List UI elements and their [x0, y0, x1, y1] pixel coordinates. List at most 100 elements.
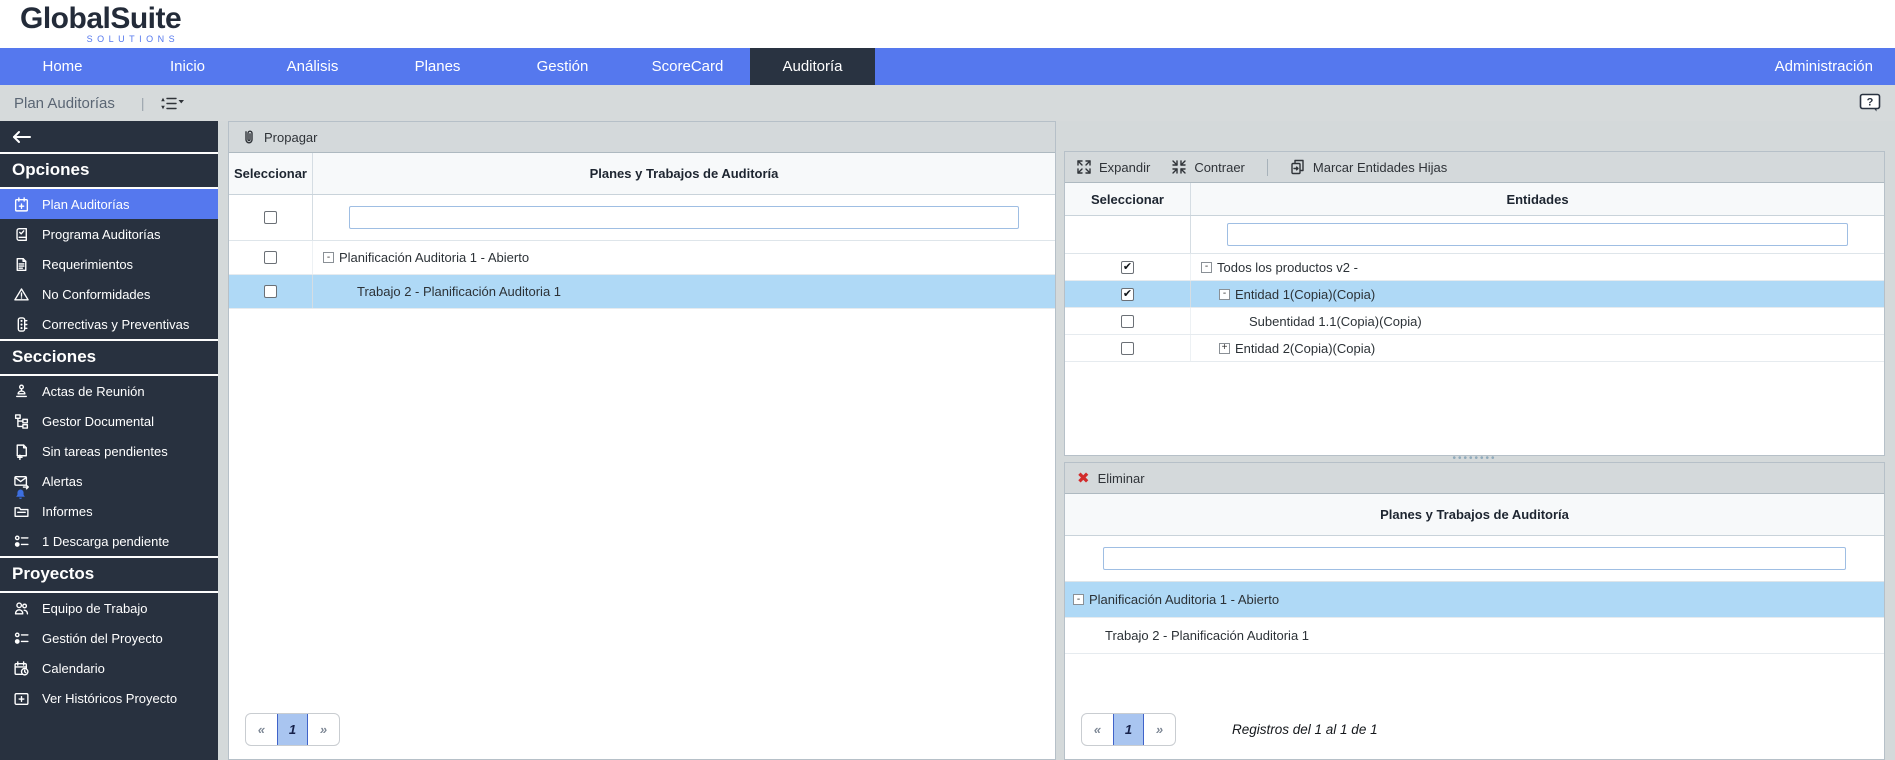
prev-page-button[interactable]: «	[246, 714, 277, 745]
row-checkbox[interactable]	[1121, 341, 1134, 355]
nav-item-home[interactable]: Home	[0, 48, 125, 85]
breadcrumb-bar: Plan Auditorías | ?	[0, 85, 1895, 121]
copy-arrow-icon	[1291, 159, 1304, 175]
sidebar-item-correctivas-preventivas[interactable]: Correctivas y Preventivas	[0, 309, 218, 339]
tree-expander-icon[interactable]: -	[1201, 261, 1212, 273]
collapse-label: Contraer	[1194, 159, 1245, 175]
sidebar-item-label: Correctivas y Preventivas	[42, 316, 190, 332]
tree-row-planificacion[interactable]: - Planificación Auditoria 1 - Abierto	[229, 241, 1055, 275]
tree-node-label: Trabajo 2 - Planificación Auditoria 1	[1105, 628, 1310, 643]
app-header: GlobalSuite SOLUTIONS	[0, 0, 1895, 48]
task-list-icon	[12, 629, 30, 647]
tree-expander-icon[interactable]: +	[1219, 342, 1230, 354]
row-checkbox[interactable]	[264, 285, 277, 298]
sidebar-item-label: Actas de Reunión	[42, 383, 145, 399]
expand-icon	[1077, 160, 1091, 174]
plans-pagination: « 1 »	[245, 713, 340, 746]
sidebar-item-plan-auditorias[interactable]: Plan Auditorías	[0, 189, 218, 219]
help-icon[interactable]: ?	[1859, 93, 1881, 113]
sidebar-item-gestor-documental[interactable]: Gestor Documental	[0, 406, 218, 436]
sidebar-item-label: Gestor Documental	[42, 413, 154, 429]
sidebar-item-calendario[interactable]: Calendario	[0, 653, 218, 683]
select-all-checkbox[interactable]	[264, 211, 277, 224]
book-check-icon	[12, 225, 30, 243]
sidebar-item-label: Sin tareas pendientes	[42, 443, 168, 459]
propagate-button[interactable]: Propagar	[241, 129, 317, 146]
sidebar-item-label: Informes	[42, 503, 93, 519]
sidebar-item-ver-historicos-proyecto[interactable]: Ver Históricos Proyecto	[0, 683, 218, 713]
delete-panel: ✖ Eliminar Planes y Trabajos de Auditorí…	[1064, 462, 1885, 760]
main-nav: Home Inicio Análisis Planes Gestión Scor…	[0, 48, 1895, 85]
sidebar-item-alertas[interactable]: Alertas	[0, 466, 218, 499]
sidebar-item-label: No Conformidades	[42, 286, 151, 302]
list-sort-menu-icon[interactable]	[159, 96, 185, 111]
sidebar-item-equipo-de-trabajo[interactable]: Equipo de Trabajo	[0, 593, 218, 623]
sidebar-item-descarga-pendiente[interactable]: 1 Descarga pendiente	[0, 526, 218, 556]
mark-child-entities-button[interactable]: Marcar Entidades Hijas	[1290, 159, 1447, 175]
delete-x-icon: ✖	[1077, 469, 1090, 487]
right-column: Expandir Contraer Marcar Entidades Hijas…	[1064, 121, 1885, 760]
brand-name: GlobalSuite	[20, 2, 182, 35]
entities-toolbar: Expandir Contraer Marcar Entidades Hijas	[1065, 152, 1884, 183]
sidebar-item-no-conformidades[interactable]: No Conformidades	[0, 279, 218, 309]
prev-page-button[interactable]: «	[1082, 714, 1113, 745]
next-page-button[interactable]: »	[1144, 714, 1175, 745]
sidebar-item-label: Alertas	[42, 473, 83, 489]
nav-item-administracion[interactable]: Administración	[1753, 48, 1895, 85]
current-page-button[interactable]: 1	[277, 714, 308, 745]
tree-row-entidad1[interactable]: - Entidad 1(Copia)(Copia)	[1065, 281, 1884, 308]
row-checkbox[interactable]	[1121, 287, 1134, 301]
tree-expander-icon[interactable]: -	[1073, 594, 1084, 605]
current-page-button[interactable]: 1	[1113, 714, 1144, 745]
row-checkbox[interactable]	[1121, 314, 1134, 328]
folder-plus-icon	[12, 689, 30, 707]
calendar-clock-icon	[12, 659, 30, 677]
tree-expander-icon[interactable]: -	[323, 252, 334, 263]
sidebar-section-secciones: Secciones	[0, 339, 218, 376]
nav-item-scorecard[interactable]: ScoreCard	[625, 48, 750, 85]
nav-item-gestion[interactable]: Gestión	[500, 48, 625, 85]
tree-node-label: Entidad 2(Copia)(Copia)	[1235, 340, 1376, 356]
sidebar-item-label: Ver Históricos Proyecto	[42, 690, 178, 706]
team-icon	[12, 599, 30, 617]
tree-row-subentidad11[interactable]: Subentidad 1.1(Copia)(Copia)	[1065, 308, 1884, 335]
column-header-planes: Planes y Trabajos de Auditoría	[1380, 507, 1569, 522]
toolbar-separator	[1266, 158, 1268, 176]
file-plus-icon	[12, 442, 30, 460]
task-list-icon	[12, 532, 30, 550]
row-checkbox[interactable]	[1121, 260, 1134, 274]
nav-item-auditoria[interactable]: Auditoría	[750, 48, 875, 85]
sidebar-item-programa-auditorias[interactable]: Programa Auditorías	[0, 219, 218, 249]
entities-filter-input[interactable]	[1227, 223, 1848, 246]
sidebar-item-informes[interactable]: Informes	[0, 496, 218, 526]
delete-filter-input[interactable]	[1103, 547, 1846, 570]
expand-all-button[interactable]: Expandir	[1077, 160, 1150, 175]
sidebar-item-actas-de-reunion[interactable]: Actas de Reunión	[0, 376, 218, 406]
document-icon	[12, 255, 30, 273]
sidebar-item-gestion-del-proyecto[interactable]: Gestión del Proyecto	[0, 623, 218, 653]
arrow-left-icon	[13, 130, 31, 143]
nav-item-analisis[interactable]: Análisis	[250, 48, 375, 85]
plans-filter-input[interactable]	[349, 206, 1019, 229]
tree-expander-icon[interactable]: -	[1219, 288, 1230, 300]
collapse-all-button[interactable]: Contraer	[1172, 160, 1245, 175]
row-checkbox[interactable]	[264, 251, 277, 264]
back-button[interactable]	[0, 121, 218, 152]
tree-node-label: Planificación Auditoria 1 - Abierto	[1089, 592, 1280, 607]
tree-row-planificacion[interactable]: - Planificación Auditoria 1 - Abierto	[1065, 582, 1884, 618]
sidebar-item-label: Requerimientos	[42, 256, 134, 272]
delete-filter-row	[1065, 536, 1884, 582]
nav-item-inicio[interactable]: Inicio	[125, 48, 250, 85]
records-count-text: Registros del 1 al 1 de 1	[1232, 722, 1378, 737]
nav-item-planes[interactable]: Planes	[375, 48, 500, 85]
delete-label: Eliminar	[1097, 470, 1145, 486]
svg-text:?: ?	[1867, 97, 1874, 109]
tree-row-entidad2[interactable]: + Entidad 2(Copia)(Copia)	[1065, 335, 1884, 362]
next-page-button[interactable]: »	[308, 714, 339, 745]
sidebar-item-sin-tareas-pendientes[interactable]: Sin tareas pendientes	[0, 436, 218, 466]
delete-button[interactable]: ✖ Eliminar	[1077, 471, 1145, 486]
tree-row-trabajo2[interactable]: Trabajo 2 - Planificación Auditoria 1	[229, 275, 1055, 309]
sidebar-item-requerimientos[interactable]: Requerimientos	[0, 249, 218, 279]
tree-row-todos-productos[interactable]: - Todos los productos v2 -	[1065, 254, 1884, 281]
tree-row-trabajo2[interactable]: Trabajo 2 - Planificación Auditoria 1	[1065, 618, 1884, 654]
